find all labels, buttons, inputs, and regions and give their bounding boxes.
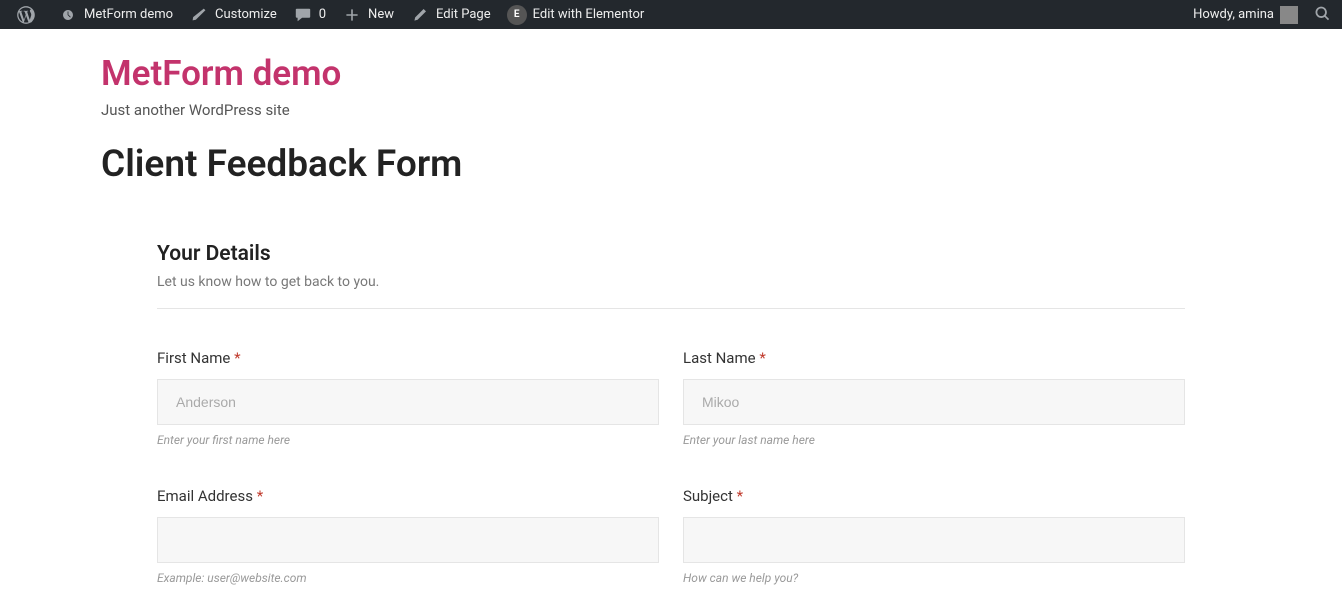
last-name-help: Enter your last name here [683,433,1185,447]
edit-elementor-menu[interactable]: E Edit with Elementor [499,0,653,29]
first-name-input[interactable] [157,379,659,425]
edit-page-label: Edit Page [436,7,491,22]
customize-icon [189,5,209,25]
last-name-label: Last Name * [683,349,1185,367]
required-mark: * [737,487,743,505]
form-row-name: First Name * Enter your first name here … [157,349,1185,447]
edit-page-menu[interactable]: Edit Page [402,0,499,29]
first-name-help: Enter your first name here [157,433,659,447]
email-input[interactable] [157,517,659,563]
wp-admin-bar: MetForm demo Customize 0 New Edit Page [0,0,1342,29]
search-icon [1313,4,1331,26]
admin-search[interactable] [1310,3,1334,27]
admin-bar-right: Howdy, amina [1185,0,1334,29]
site-header: MetForm demo Just another WordPress site [0,53,1342,119]
section-title: Your Details [157,242,1185,266]
new-label: New [368,7,394,22]
wordpress-icon [16,5,36,25]
page-body: MetForm demo Just another WordPress site… [0,29,1342,585]
required-mark: * [759,349,765,367]
admin-bar-left: MetForm demo Customize 0 New Edit Page [8,0,652,29]
required-mark: * [257,487,263,505]
subject-label: Subject * [683,487,1185,505]
subject-input[interactable] [683,517,1185,563]
site-title[interactable]: MetForm demo [101,53,1342,95]
subject-help: How can we help you? [683,571,1185,585]
form-section-header: Your Details Let us know how to get back… [157,210,1185,309]
field-last-name-wrap: Last Name * Enter your last name here [683,349,1185,447]
first-name-label: First Name * [157,349,659,367]
last-name-input[interactable] [683,379,1185,425]
field-first-name-wrap: First Name * Enter your first name here [157,349,659,447]
site-tagline: Just another WordPress site [101,101,1342,119]
customize-label: Customize [215,7,277,22]
my-account-menu[interactable]: Howdy, amina [1185,0,1306,29]
dashboard-icon [58,5,78,25]
email-help: Example: user@website.com [157,571,659,585]
plus-icon [342,5,362,25]
field-email-wrap: Email Address * Example: user@website.co… [157,487,659,585]
field-subject-wrap: Subject * How can we help you? [683,487,1185,585]
required-mark: * [234,349,240,367]
comments-icon [293,5,313,25]
comments-count: 0 [319,7,326,22]
page-title: Client Feedback Form [0,143,1342,186]
new-menu[interactable]: New [334,0,402,29]
howdy-label: Howdy, amina [1193,7,1274,22]
feedback-form: Your Details Let us know how to get back… [157,210,1185,585]
comments-menu[interactable]: 0 [285,0,334,29]
avatar [1280,6,1298,24]
customize-menu[interactable]: Customize [181,0,285,29]
pencil-icon [410,5,430,25]
elementor-icon: E [507,5,527,25]
admin-site-name: MetForm demo [84,7,173,22]
edit-elementor-label: Edit with Elementor [533,7,645,22]
email-label: Email Address * [157,487,659,505]
site-menu[interactable]: MetForm demo [50,0,181,29]
form-row-contact: Email Address * Example: user@website.co… [157,487,1185,585]
section-subtitle: Let us know how to get back to you. [157,274,1185,290]
wp-logo-menu[interactable] [8,0,50,29]
